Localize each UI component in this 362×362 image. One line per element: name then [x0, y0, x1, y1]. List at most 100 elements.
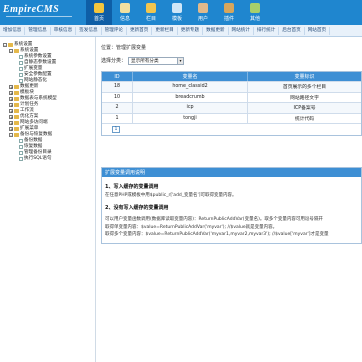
cell-name[interactable]: breadcrumb: [132, 92, 247, 102]
folder-icon: [14, 127, 19, 131]
help-section2-text2: 取得单变量内容：$value=ReturnPublicAddVar('myvar…: [105, 224, 278, 230]
expand-icon[interactable]: +: [9, 115, 13, 120]
tree-item[interactable]: 执行SQL语句: [0, 156, 95, 162]
quick-menu-item[interactable]: 管理评论: [102, 26, 127, 35]
cell-tag: 首页展示的多个栏目: [247, 82, 361, 92]
document-icon: [19, 144, 23, 150]
header-name: 变量名: [132, 72, 247, 81]
tab-template[interactable]: 模板: [164, 0, 190, 25]
document-icon: [19, 156, 23, 162]
quick-menu-item[interactable]: 更新专题: [178, 26, 204, 35]
tab-label: 用户: [197, 16, 208, 22]
expand-icon[interactable]: +: [9, 97, 13, 102]
table-row: 2 icp ICP备案号: [102, 102, 361, 113]
chevron-down-icon: ▾: [177, 57, 184, 64]
sidebar-tree: - 系统设置 - 系统设置 系统参数设置 自静态参数设置 扩展变量 安全参数配置 网站静态化 + 数…: [0, 37, 96, 362]
quick-menu-item[interactable]: 网站首页: [305, 26, 331, 35]
expand-icon[interactable]: +: [9, 109, 13, 114]
tab-home[interactable]: 首页: [86, 0, 112, 25]
page-1-button[interactable]: 1: [112, 126, 120, 133]
quick-menu-bar: 增加信息 管理信息 审核信息 签发信息 管理评论 更新首页 更新栏目 更新专题 数据更新 网站统计…: [0, 25, 362, 37]
tab-label: 首页: [93, 16, 104, 22]
quick-menu-item[interactable]: 管理信息: [25, 26, 51, 35]
cell-id: 2: [115, 105, 119, 111]
plugin-icon: [224, 3, 234, 13]
document-icon: [19, 150, 23, 156]
main-nav: 首页 信息 栏目 模板 用户 插件 其他: [86, 0, 268, 25]
quick-menu-item[interactable]: 网站统计: [229, 26, 254, 35]
quick-menu-item[interactable]: 更新首页: [127, 26, 153, 35]
folder-icon: [14, 109, 19, 113]
info-icon: [120, 3, 130, 13]
tree-item-label: 执行SQL语句: [24, 156, 52, 161]
variables-table: ID 变量名 变量标识 18 home_classid2 首页展示的多个栏目 10 br…: [101, 71, 362, 136]
template-icon: [172, 3, 182, 13]
folder-icon: [14, 115, 19, 119]
logo[interactable]: EmpireCMS: [3, 4, 83, 22]
document-icon: [19, 138, 23, 144]
cell-tag: 统计代码: [247, 113, 361, 123]
quick-menu-item[interactable]: 数据更新: [203, 26, 229, 35]
collapse-icon[interactable]: -: [9, 49, 13, 54]
tab-label: 栏目: [145, 16, 156, 22]
tab-label: 模板: [171, 16, 182, 22]
folder-icon: [14, 103, 19, 107]
document-icon: [19, 78, 23, 84]
document-icon: [19, 54, 23, 60]
cell-id: 1: [115, 115, 119, 121]
help-panel: 扩展变量调用说明 1、写入缓存的变量调用 在任意PHP或模板中用$public_…: [101, 167, 362, 244]
quick-menu-item[interactable]: 排行统计: [254, 26, 280, 35]
main-content: 位置：管理扩展变量 选择分类： 显示所有分类 ▾ ID 变量名 变量标识 18 h…: [101, 44, 362, 136]
expand-icon[interactable]: +: [9, 121, 13, 126]
breadcrumb: 位置：管理扩展变量: [101, 45, 147, 51]
pagination-row: 1: [102, 123, 361, 135]
document-icon: [19, 60, 23, 66]
help-body: 1、写入缓存的变量调用 在任意PHP或模板中用$public_r['add_变量…: [102, 177, 361, 243]
home-icon: [94, 3, 104, 13]
document-icon: [19, 72, 23, 78]
tab-other[interactable]: 其他: [242, 0, 268, 25]
logo-underline: [6, 16, 72, 17]
header-id: ID: [114, 73, 120, 80]
cell-name[interactable]: tongji: [132, 113, 247, 123]
tab-plugin[interactable]: 插件: [216, 0, 242, 25]
collapse-icon[interactable]: -: [9, 133, 13, 138]
category-select[interactable]: 显示所有分类 ▾: [128, 56, 185, 65]
cell-tag: ICP备案号: [247, 103, 361, 113]
tab-user[interactable]: 用户: [190, 0, 216, 25]
category-select-value: 显示所有分类: [131, 58, 159, 64]
other-icon: [250, 3, 260, 13]
quick-menu-item[interactable]: 增加信息: [0, 26, 26, 35]
tab-label: 其他: [249, 16, 260, 22]
help-section2-text1: 可以用户变量函数调用(数据库读取变量内容)：ReturnPublicAddVar…: [105, 217, 323, 222]
cell-tag: 网站路径文字: [247, 92, 361, 102]
folder-icon: [8, 43, 13, 47]
cell-name[interactable]: home_classid2: [132, 82, 247, 92]
quick-menu-item[interactable]: 签发信息: [76, 26, 102, 35]
cell-name[interactable]: icp: [132, 103, 247, 113]
help-section2-title: 2、没有写入缓存的变量调用: [105, 204, 169, 211]
expand-icon[interactable]: +: [9, 85, 13, 90]
help-section1-title: 1、写入缓存的变量调用: [105, 184, 159, 190]
collapse-icon[interactable]: -: [3, 43, 7, 48]
folder-icon: [14, 121, 19, 125]
folder-icon: [14, 85, 19, 89]
tab-column[interactable]: 栏目: [138, 0, 164, 25]
cell-id: 10: [113, 94, 121, 100]
top-header: EmpireCMS 首页 信息 栏目 模板 用户 插件 其他: [0, 0, 362, 25]
table-row: 10 breadcrumb 网站路径文字: [102, 91, 361, 102]
expand-icon[interactable]: +: [9, 91, 13, 96]
expand-icon[interactable]: +: [9, 127, 13, 132]
category-filter-label: 选择分类：: [101, 58, 127, 64]
expand-icon[interactable]: +: [9, 103, 13, 108]
column-icon: [146, 3, 156, 13]
quick-menu-item[interactable]: 后台首页: [279, 26, 305, 35]
user-icon: [198, 3, 208, 13]
quick-menu-item[interactable]: 更新栏目: [152, 26, 178, 35]
folder-icon: [14, 97, 19, 101]
category-filter-row: 选择分类： 显示所有分类 ▾: [101, 56, 362, 65]
quick-menu-item[interactable]: 审核信息: [51, 26, 77, 35]
header-tag: 变量标识: [247, 72, 361, 81]
folder-icon: [14, 133, 19, 137]
tab-info[interactable]: 信息: [112, 0, 138, 25]
